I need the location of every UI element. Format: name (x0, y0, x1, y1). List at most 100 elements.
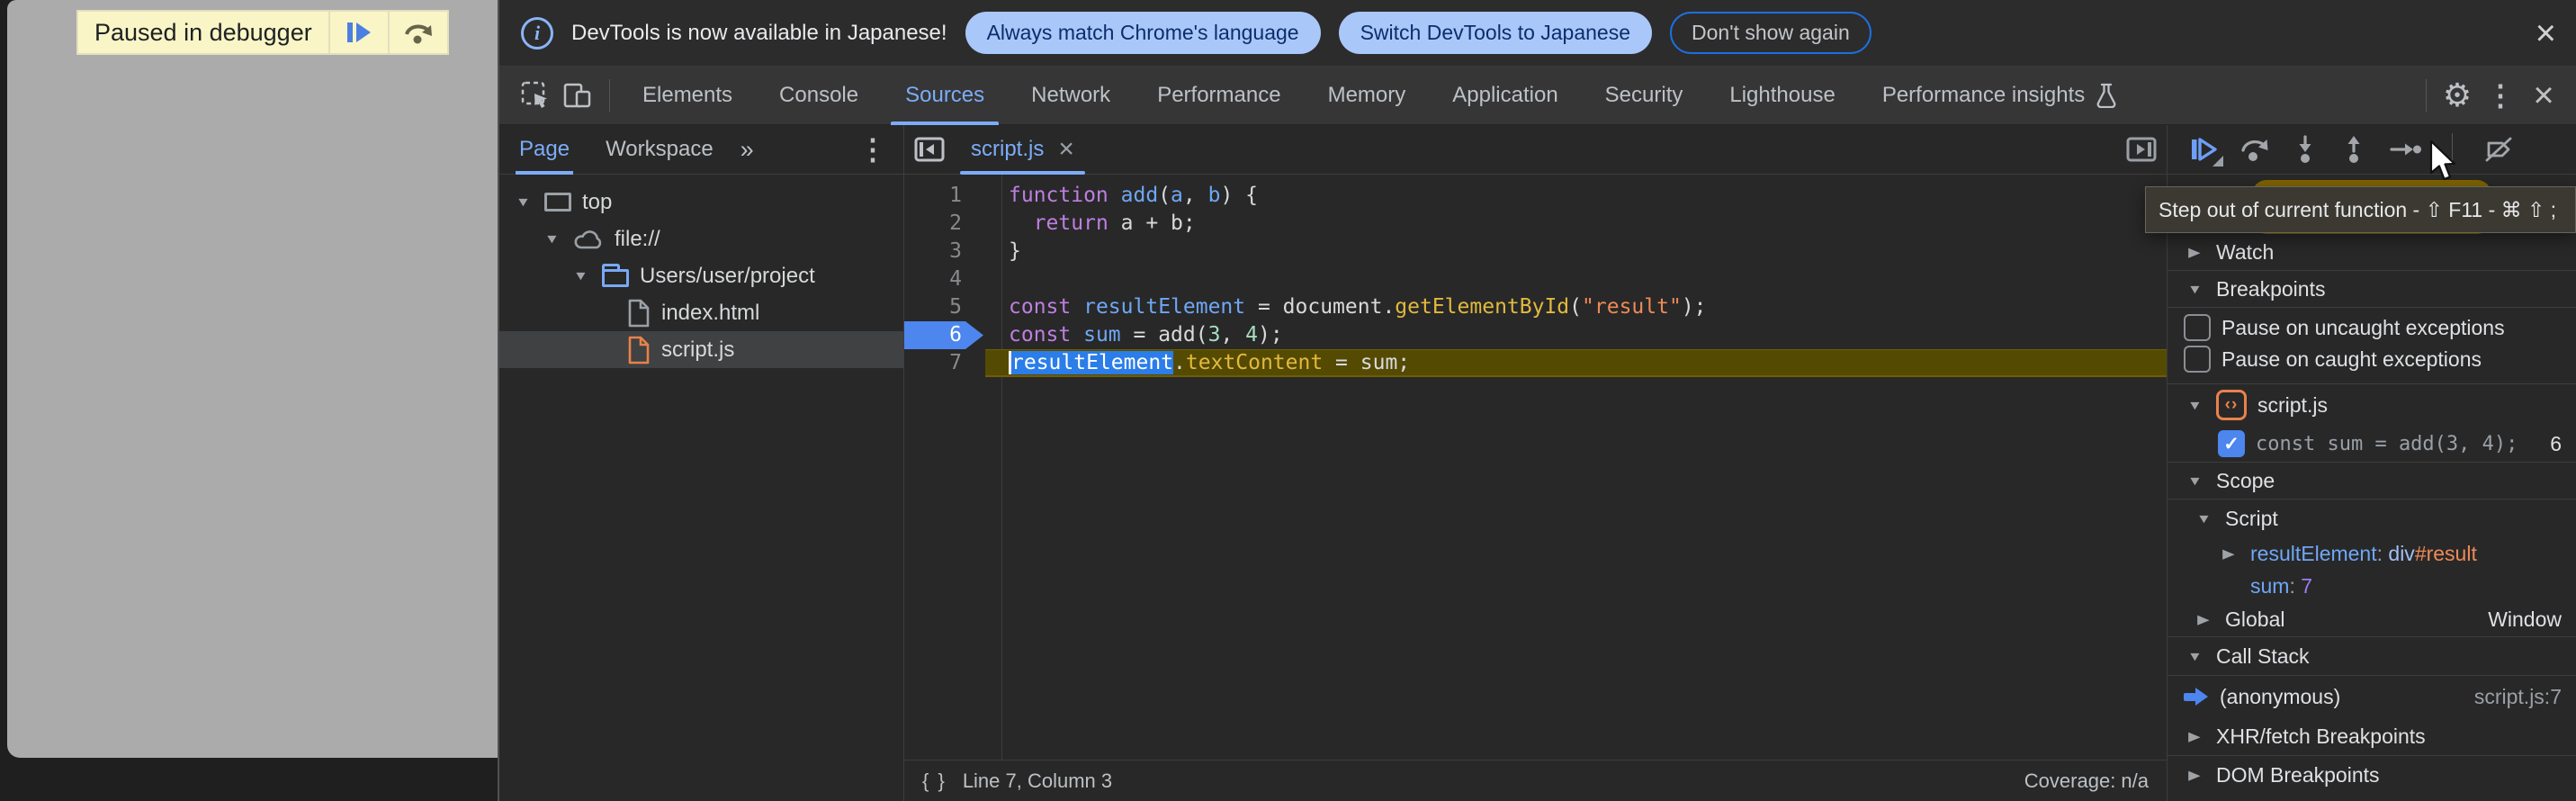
pause-caught-exceptions-row[interactable]: Pause on caught exceptions (2168, 342, 2576, 376)
step-icon[interactable] (2389, 136, 2421, 163)
editor-tab-close-icon[interactable]: × (1058, 134, 1074, 165)
tab-console[interactable]: Console (756, 67, 882, 125)
infobar-close-icon[interactable]: × (2536, 15, 2556, 51)
caret-right-icon[interactable] (2193, 611, 2214, 627)
scope-script-group[interactable]: Script (2168, 500, 2576, 537)
xhr-breakpoints-section-header[interactable]: XHR/fetch Breakpoints (2168, 717, 2576, 755)
breakpoint-marker-line-number[interactable]: 6 (904, 321, 985, 349)
line-number[interactable]: 2 (904, 210, 985, 238)
info-icon: i (521, 17, 553, 50)
call-stack-frame-row[interactable]: (anonymous) script.js:7 (2168, 676, 2576, 717)
pause-caught-label: Pause on caught exceptions (2221, 347, 2482, 372)
caret-down-icon[interactable] (2184, 649, 2205, 664)
tab-performance-insights-label: Performance insights (1882, 83, 2085, 108)
caret-right-icon[interactable] (2184, 728, 2205, 744)
caret-down-icon[interactable] (541, 231, 562, 247)
scope-var-resultelement[interactable]: resultElement: div#result (2168, 537, 2576, 570)
code-editor[interactable]: 1function add(a, b) {2 return a + b;3}45… (904, 175, 2167, 760)
call-stack-section-header[interactable]: Call Stack (2168, 637, 2576, 675)
tree-item-project-folder[interactable]: Users/user/project (499, 257, 903, 294)
breakpoint-entry-row[interactable]: const sum = add(3, 4); 6 (2168, 426, 2576, 462)
editor-tab-label: script.js (971, 137, 1044, 162)
step-over-button[interactable] (390, 12, 447, 53)
code-line-2[interactable]: 2 return a + b; (904, 210, 2167, 238)
watch-section-header[interactable]: Watch (2168, 234, 2576, 270)
navigator-kebab-icon[interactable]: ⋮ (858, 132, 887, 166)
settings-gear-icon[interactable]: ⚙ (2436, 67, 2479, 125)
code-line-3[interactable]: 3} (904, 238, 2167, 266)
tab-performance-insights[interactable]: Performance insights (1859, 67, 2141, 125)
variable-name: resultElement (2250, 542, 2377, 565)
always-match-language-button[interactable]: Always match Chrome's language (965, 12, 1321, 54)
pause-uncaught-checkbox[interactable] (2184, 314, 2211, 341)
pause-uncaught-exceptions-row[interactable]: Pause on uncaught exceptions (2168, 308, 2576, 342)
pause-uncaught-label: Pause on uncaught exceptions (2221, 316, 2505, 340)
tab-network[interactable]: Network (1008, 67, 1134, 125)
step-into-icon[interactable] (2292, 135, 2319, 164)
tab-performance[interactable]: Performance (1134, 67, 1304, 125)
tab-security[interactable]: Security (1582, 67, 1707, 125)
resume-script-execution-icon[interactable] (2189, 136, 2218, 163)
toggle-navigator-panel-icon[interactable] (904, 137, 955, 162)
more-options-kebab-icon[interactable]: ⋮ (2479, 67, 2522, 125)
pretty-print-icon[interactable] (922, 770, 947, 793)
breakpoint-enabled-checkbox[interactable] (2218, 430, 2245, 457)
tree-item-top[interactable]: top (499, 184, 903, 220)
step-out-icon[interactable] (2340, 135, 2367, 164)
breakpoint-file-name: script.js (2257, 393, 2328, 418)
paused-banner-label: Paused in debugger (78, 12, 328, 53)
line-number[interactable]: 3 (904, 238, 985, 266)
scope-section-header[interactable]: Scope (2168, 463, 2576, 499)
line-number[interactable]: 7 (904, 349, 985, 377)
code-line-4[interactable]: 4 (904, 266, 2167, 293)
toggle-debugger-panel-icon[interactable] (2116, 137, 2167, 162)
dom-breakpoints-section-header[interactable]: DOM Breakpoints (2168, 756, 2576, 794)
dimmed-page-surface (7, 0, 498, 758)
pause-caught-checkbox[interactable] (2184, 346, 2211, 373)
tab-elements[interactable]: Elements (619, 67, 756, 125)
devtools-tabbar: Elements Console Sources Network Perform… (499, 67, 2576, 125)
tree-item-script-js[interactable]: script.js (499, 331, 903, 368)
navigator-overflow-chevrons[interactable]: » (740, 136, 754, 164)
code-line-6[interactable]: 6const sum = add(3, 4); (904, 321, 2167, 349)
toggle-device-toolbar-icon[interactable] (557, 67, 600, 125)
navigator-tab-workspace[interactable]: Workspace (606, 125, 714, 175)
caret-right-icon[interactable] (2184, 244, 2205, 260)
resume-script-button[interactable] (330, 12, 388, 53)
caret-down-icon[interactable] (2184, 282, 2205, 297)
code-line-1[interactable]: 1function add(a, b) { (904, 182, 2167, 210)
step-over-icon (403, 20, 434, 45)
dont-show-again-button[interactable]: Don't show again (1670, 12, 1871, 54)
switch-to-japanese-button[interactable]: Switch DevTools to Japanese (1339, 12, 1652, 54)
close-devtools-icon[interactable]: × (2522, 67, 2565, 125)
caret-down-icon[interactable] (570, 268, 591, 284)
caret-down-icon[interactable] (512, 194, 534, 210)
line-number[interactable]: 5 (904, 293, 985, 321)
navigator-tab-page[interactable]: Page (519, 125, 570, 175)
caret-down-icon[interactable] (2193, 511, 2214, 526)
tree-item-label: Users/user/project (640, 264, 815, 289)
tab-application[interactable]: Application (1429, 67, 1581, 125)
tab-sources[interactable]: Sources (882, 67, 1008, 125)
caret-down-icon[interactable] (2184, 398, 2205, 413)
editor-tab-script-js[interactable]: script.js × (955, 125, 1091, 175)
breakpoints-section-header[interactable]: Breakpoints (2168, 271, 2576, 307)
caret-right-icon[interactable] (2218, 545, 2239, 562)
tree-item-file-protocol[interactable]: file:// (499, 220, 903, 257)
deactivate-breakpoints-icon[interactable] (2483, 135, 2514, 164)
tab-lighthouse[interactable]: Lighthouse (1706, 67, 1858, 125)
step-over-icon[interactable] (2239, 135, 2270, 164)
scope-var-sum[interactable]: sum: 7 (2168, 570, 2576, 602)
caret-right-icon[interactable] (2184, 767, 2205, 783)
code-line-5[interactable]: 5const resultElement = document.getEleme… (904, 293, 2167, 321)
inspect-element-icon[interactable] (514, 67, 557, 125)
code-line-7[interactable]: 7resultElement.textContent = sum; (904, 349, 2167, 377)
line-number[interactable]: 1 (904, 182, 985, 210)
tree-item-index-html[interactable]: index.html (499, 294, 903, 331)
breakpoint-file-group[interactable]: ‹› script.js (2168, 384, 2576, 426)
caret-down-icon[interactable] (2184, 473, 2205, 489)
scope-group-label: Global (2225, 608, 2284, 632)
scope-global-group[interactable]: Global Window (2168, 602, 2576, 636)
tab-memory[interactable]: Memory (1305, 67, 1430, 125)
line-number[interactable]: 4 (904, 266, 985, 293)
